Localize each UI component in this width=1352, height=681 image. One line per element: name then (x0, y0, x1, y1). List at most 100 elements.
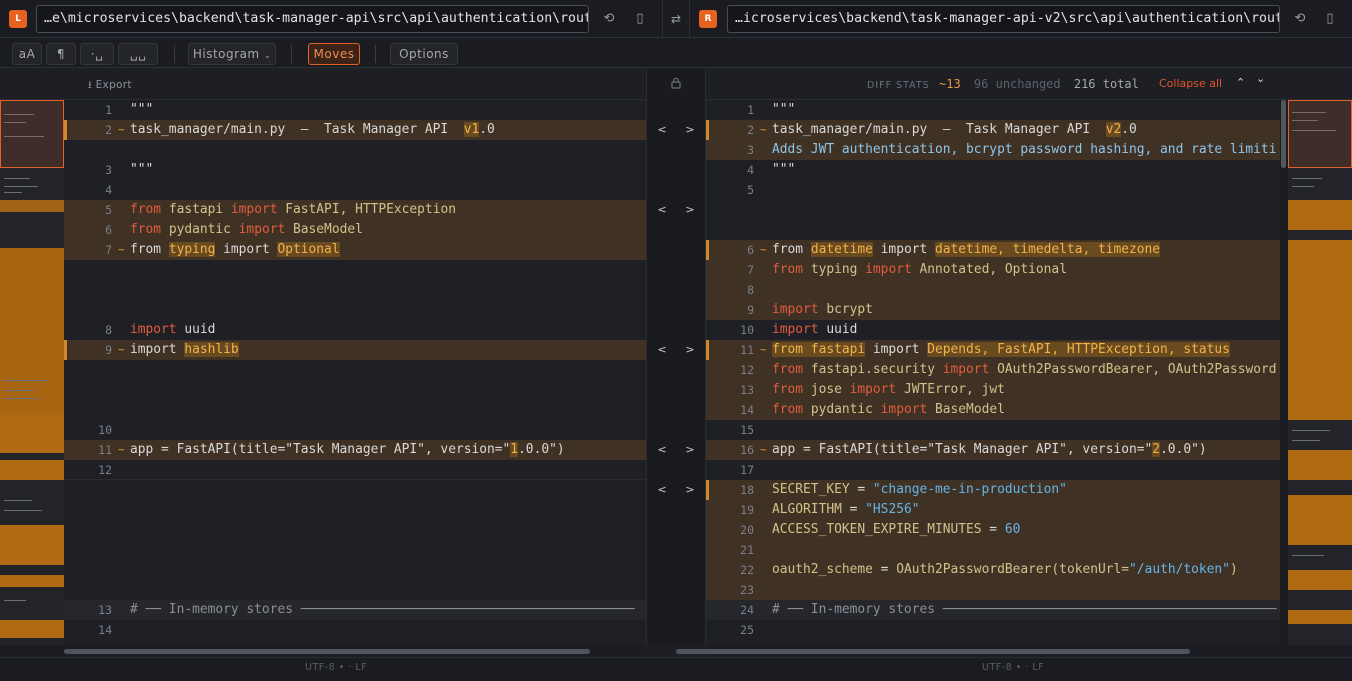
eol-label: · LF (1025, 662, 1045, 673)
code-line: 23 (706, 580, 1280, 600)
minimap-viewport[interactable] (0, 100, 64, 168)
minimap-line (4, 390, 34, 391)
options-button[interactable]: Options (390, 43, 458, 65)
right-minimap[interactable] (1288, 100, 1352, 645)
history-icon[interactable]: ⟲ (600, 10, 618, 28)
code-line: 13 from jose import JWTError, jwt (706, 380, 1280, 400)
code-line: 1 """ (105, 102, 154, 117)
minimap-change (0, 575, 64, 587)
modified-marker: ~ (118, 343, 125, 356)
export-label: Export (95, 79, 132, 91)
copy-left-arrow[interactable]: < (654, 440, 670, 460)
left-minimap[interactable] (0, 100, 64, 645)
encoding-label: UTF-8 • (305, 662, 345, 673)
code-line: 8 (706, 280, 1280, 300)
toolbar-separator (375, 45, 376, 63)
code-line: 2 ~ task_manager/main.py – Task Manager AP… (706, 120, 1280, 160)
status-bar (0, 657, 1352, 681)
minimap-line (1292, 440, 1320, 441)
center-gutter (646, 100, 706, 645)
copy-right-arrow[interactable]: > (682, 440, 698, 460)
copy-right-arrow[interactable]: > (682, 340, 698, 360)
lock-icon[interactable] (669, 76, 683, 90)
pilcrow-toggle[interactable]: ¶ (46, 43, 76, 65)
right-vertical-scrollbar[interactable] (1280, 100, 1288, 645)
code-line: 1 """ (747, 102, 796, 117)
minimap-line (4, 380, 48, 381)
chevron-up-icon[interactable]: ⌃ (1236, 76, 1245, 89)
code-line: 4 """ (747, 162, 796, 177)
moves-toggle[interactable]: Moves (308, 43, 360, 65)
copy-right-arrow[interactable]: > (682, 480, 698, 500)
code-line: 14 from pydantic import BaseModel (706, 400, 1280, 420)
code-line: 9 ~ import hashlib (64, 340, 646, 360)
right-encoding: UTF-8 • · LF (982, 662, 1044, 673)
divider (662, 0, 663, 38)
right-code-pane[interactable]: 1 """ 2 ~ task_manager/main.py – Task Manag… (706, 100, 1280, 645)
code-line: 4 (105, 183, 112, 197)
copy-left-arrow[interactable]: < (654, 120, 670, 140)
minimap-change (1288, 240, 1352, 420)
file-icon[interactable]: ▯ (631, 10, 649, 28)
left-code-pane[interactable]: 1 """ 2 ~ task_manager/main.py – Task Manag… (64, 100, 646, 645)
file-icon[interactable]: ▯ (1321, 10, 1339, 28)
code-line: 7 from typing import Annotated, Optional (706, 260, 1280, 280)
modified-marker: ~ (118, 243, 125, 256)
minimap-change (0, 415, 64, 453)
code-line: 6 ~ from datetime import datetime, timedel… (706, 240, 1280, 320)
right-pane-badge: R (699, 10, 717, 28)
code-line: 12 from fastapi.security import OAuth2Pas… (706, 360, 1280, 380)
left-horizontal-scroll-thumb[interactable] (64, 649, 590, 654)
swap-icon[interactable]: ⇄ (667, 10, 685, 28)
code-line: 16 ~ app = FastAPI(title="Task Manager API… (706, 440, 1280, 460)
divider (689, 0, 690, 38)
minimap-line (1292, 430, 1330, 431)
right-path-input[interactable]: …icroservices\backend\task-manager-api-v… (727, 5, 1280, 33)
code-line: 5 (747, 183, 754, 197)
code-line: 10 import uuid (740, 322, 858, 337)
modified-marker: ~ (760, 243, 767, 256)
minimap-line (4, 178, 30, 179)
copy-right-arrow[interactable]: > (682, 200, 698, 220)
left-encoding: UTF-8 • · LF (305, 662, 367, 673)
minimap-change (1288, 495, 1352, 545)
right-horizontal-scroll-thumb[interactable] (676, 649, 1190, 654)
minimap-change (1288, 450, 1352, 480)
minimap-change (0, 460, 64, 480)
left-path-input[interactable]: …e\microservices\backend\task-manager-ap… (36, 5, 589, 33)
blank-toggle[interactable]: ␣␣ (118, 43, 158, 65)
code-line: 17 (740, 463, 754, 477)
left-pane-badge: L (9, 10, 27, 28)
line-text: """ (130, 102, 154, 117)
copy-left-arrow[interactable]: < (654, 480, 670, 500)
histogram-dropdown[interactable]: Histogram ⌄ (188, 43, 276, 65)
collapse-all-button[interactable]: Collapse all (1159, 77, 1222, 90)
toolbar-separator (174, 45, 175, 63)
code-line: 22 oauth2_scheme = OAuth2PasswordBearer(t… (706, 560, 1280, 580)
code-line: 21 (706, 540, 1280, 560)
whitespace-toggle[interactable]: ·␣ (80, 43, 114, 65)
histogram-label: Histogram (192, 47, 260, 61)
history-icon[interactable]: ⟲ (1291, 10, 1309, 28)
code-line: 19 ALGORITHM = "HS256" (706, 500, 1280, 520)
modified-marker: ~ (760, 343, 767, 356)
code-line: 3 Adds JWT authentication, bcrypt passwor… (706, 140, 1280, 160)
export-button[interactable]: ⭳ Export (88, 77, 132, 95)
code-line: 13 # ── In-memory stores ────────────────… (64, 600, 646, 620)
minimap-viewport[interactable] (1288, 100, 1352, 168)
code-line: 20 ACCESS_TOKEN_EXPIRE_MINUTES = 60 (706, 520, 1280, 540)
code-line: 12 (64, 460, 646, 480)
code-line: 15 (740, 423, 754, 437)
minimap-line (4, 500, 32, 501)
case-toggle[interactable]: aA (12, 43, 42, 65)
right-vertical-scroll-thumb[interactable] (1281, 100, 1286, 168)
copy-right-arrow[interactable]: > (682, 120, 698, 140)
chevron-down-icon[interactable]: ⌄ (1256, 72, 1265, 85)
copy-left-arrow[interactable]: < (654, 200, 670, 220)
code-line: 10 (98, 423, 112, 437)
copy-left-arrow[interactable]: < (654, 340, 670, 360)
minimap-line (1292, 178, 1322, 179)
minimap-change (1288, 610, 1352, 624)
encoding-label: UTF-8 • (982, 662, 1022, 673)
minimap-line (4, 398, 40, 399)
